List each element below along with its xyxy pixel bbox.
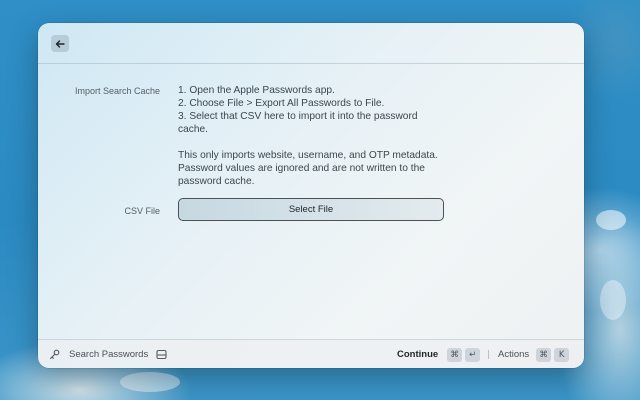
back-button[interactable] [51,35,69,52]
command-key: ⌘ [447,347,463,362]
actions-label: Actions [498,349,530,360]
wallpaper-speck [600,280,626,320]
continue-action[interactable]: Continue ⌘ ↵ [397,340,481,368]
import-search-cache-label: Import Search Cache [74,86,160,96]
import-instructions: 1. Open the Apple Passwords app. 2. Choo… [178,84,448,188]
select-file-button[interactable]: Select File [178,198,444,221]
search-passwords-label: Search Passwords [69,349,149,360]
inbox-icon [156,349,167,360]
wallpaper-speck [120,372,180,392]
wallpaper-speck [596,210,626,230]
return-key: ↵ [465,347,481,362]
metadata-note: This only imports website, username, and… [178,150,438,187]
k-key: K [554,347,570,362]
top-bar [38,23,584,64]
command-key: ⌘ [536,347,552,362]
instructions-text: 1. Open the Apple Passwords app. 2. Choo… [178,85,418,135]
footer-divider [488,350,489,359]
arrow-left-icon [55,39,65,48]
actions-menu[interactable]: Actions ⌘ K [498,340,570,368]
search-passwords-command[interactable]: Search Passwords [49,340,167,368]
footer-bar: Search Passwords Continue ⌘ ↵ Actions ⌘ … [38,339,584,368]
key-icon [49,349,60,360]
app-window: Import Search Cache 1. Open the Apple Pa… [38,23,584,368]
csv-file-label: CSV File [124,206,160,216]
continue-label: Continue [397,349,439,360]
